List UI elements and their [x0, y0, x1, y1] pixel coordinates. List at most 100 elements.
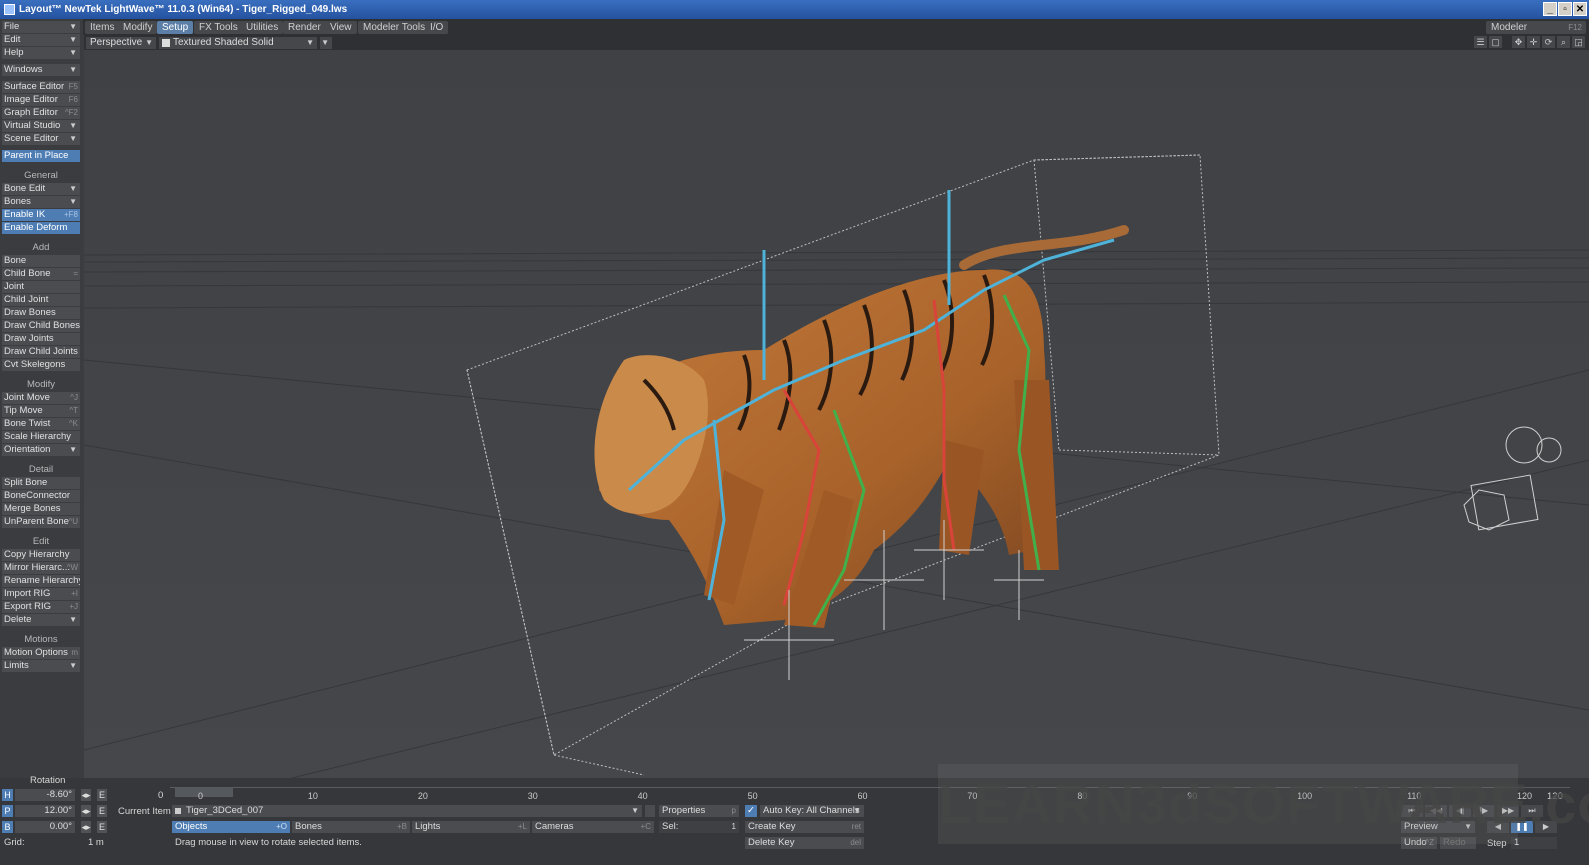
tool-bone[interactable]: Bone [2, 255, 80, 267]
h-envelope-button[interactable]: E [97, 789, 107, 801]
viewport-options-dropdown[interactable]: ▼ [320, 37, 332, 49]
3d-viewport[interactable] [84, 50, 1589, 780]
fit-icon[interactable]: ◲ [1572, 36, 1585, 48]
parent-in-place-toggle[interactable]: Parent in Place [2, 150, 80, 162]
tool-label: Split Bone [4, 477, 48, 488]
tab-fx-tools[interactable]: FX Tools [194, 21, 243, 34]
tool-mirror-hierarc[interactable]: Mirror Hierarc... ^W [2, 562, 80, 574]
cameras-button[interactable]: Cameras +C [532, 821, 654, 833]
tab-render[interactable]: Render [283, 21, 326, 34]
tool-merge-bones[interactable]: Merge Bones [2, 503, 80, 515]
view-mode-dropdown[interactable]: Perspective ▼ [86, 37, 156, 49]
tab-utilities[interactable]: Utilities [241, 21, 284, 34]
help-menu[interactable]: Help ▼ [2, 47, 80, 59]
tool-draw-child-joints[interactable]: Draw Child Joints [2, 346, 80, 358]
tool-tip-move[interactable]: Tip Move ^T [2, 405, 80, 417]
tool-boneconnector[interactable]: BoneConnector [2, 490, 80, 502]
enable-ik-toggle[interactable]: Enable IK +F8 [2, 209, 80, 221]
edit-menu[interactable]: Edit ▼ [2, 34, 80, 46]
graph-editor-button[interactable]: Graph Editor ^F2 [2, 107, 80, 119]
current-item-dropdown[interactable]: Tiger_3DCed_007 ▼ [172, 805, 642, 817]
motion-options-button[interactable]: Motion Options m [2, 647, 80, 659]
tool-label: Tip Move [4, 405, 43, 416]
shading-dropdown[interactable]: Textured Shaded Solid ▼ [159, 37, 317, 49]
bone-edit-menu[interactable]: Bone Edit ▼ [2, 183, 80, 195]
scene-editor-label: Scene Editor [4, 133, 59, 144]
tool-draw-joints[interactable]: Draw Joints [2, 333, 80, 345]
auto-key-dropdown[interactable]: Auto Key: All Channels ▼ [760, 805, 864, 817]
tool-scale-hierarchy[interactable]: Scale Hierarchy [2, 431, 80, 443]
tool-rename-hierarchy[interactable]: Rename Hierarchy [2, 575, 80, 587]
tool-draw-child-bones[interactable]: Draw Child Bones [2, 320, 80, 332]
b-value-field[interactable]: 0.00° [15, 821, 75, 833]
enable-deform-toggle[interactable]: Enable Deform [2, 222, 80, 234]
h-arrows-icon[interactable]: ◂▸ [81, 789, 91, 801]
image-editor-button[interactable]: Image Editor F6 [2, 94, 80, 106]
move-icon[interactable]: ✛ [1527, 36, 1540, 48]
delete-key-button[interactable]: Delete Key del [745, 837, 864, 849]
tool-unparent-bone[interactable]: UnParent Bone ^U [2, 516, 80, 528]
tab-io[interactable]: I/O [425, 21, 449, 34]
help-label: Help [4, 47, 24, 58]
tool-label: Bone [4, 255, 27, 266]
p-envelope-button[interactable]: E [97, 805, 107, 817]
tab-items[interactable]: Items [85, 21, 120, 34]
virtual-studio-menu[interactable]: Virtual Studio ▼ [2, 120, 80, 132]
p-arrows-icon[interactable]: ◂▸ [81, 805, 91, 817]
tab-setup[interactable]: Setup [157, 21, 194, 34]
minimize-button[interactable]: _ [1543, 2, 1557, 16]
chevron-down-icon: ▼ [69, 661, 77, 670]
create-key-button[interactable]: Create Key ret [745, 821, 864, 833]
shortcut: +L [517, 822, 527, 831]
objects-button[interactable]: Objects +O [172, 821, 290, 833]
tool-child-joint[interactable]: Child Joint [2, 294, 80, 306]
surface-editor-button[interactable]: Surface Editor F5 [2, 81, 80, 93]
tool-split-bone[interactable]: Split Bone [2, 477, 80, 489]
tool-joint-move[interactable]: Joint Move ^J [2, 392, 80, 404]
windows-menu[interactable]: Windows ▼ [2, 64, 80, 76]
move-view-icon[interactable]: ✥ [1512, 36, 1525, 48]
rotate-view-icon[interactable]: ⟳ [1542, 36, 1555, 48]
tool-draw-bones[interactable]: Draw Bones [2, 307, 80, 319]
tool-joint[interactable]: Joint [2, 281, 80, 293]
b-envelope-button[interactable]: E [97, 821, 107, 833]
restore-button[interactable]: ▫ [1558, 2, 1572, 16]
item-list-button[interactable] [645, 805, 655, 817]
file-menu[interactable]: File ▼ [2, 21, 80, 33]
auto-key-checkbox[interactable]: ✓ [745, 805, 757, 817]
tool-label: Draw Child Bones [4, 320, 80, 331]
lights-button[interactable]: Lights +L [412, 821, 530, 833]
timeline-tick-label: 10 [307, 791, 318, 801]
tool-export-rig[interactable]: Export RIG +J [2, 601, 80, 613]
tool-cvt-skelegons[interactable]: Cvt Skelegons [2, 359, 80, 371]
zoom-icon[interactable]: ⌕ [1557, 36, 1570, 48]
modeler-button[interactable]: Modeler F12 [1486, 21, 1586, 34]
image-editor-label: Image Editor [4, 94, 58, 105]
orientation-label: Orientation [4, 444, 51, 455]
tool-child-bone[interactable]: Child Bone = [2, 268, 80, 280]
tool-import-rig[interactable]: Import RIG +I [2, 588, 80, 600]
orientation-menu[interactable]: Orientation ▼ [2, 444, 80, 456]
tab-modify[interactable]: Modify [118, 21, 158, 34]
bones-button[interactable]: Bones +B [292, 821, 410, 833]
timeline-start-frame[interactable]: 0 [158, 790, 163, 801]
close-button[interactable]: ✕ [1573, 2, 1587, 16]
tool-label: Joint [4, 281, 25, 292]
properties-button[interactable]: Properties p [659, 805, 739, 817]
tool-copy-hierarchy[interactable]: Copy Hierarchy [2, 549, 80, 561]
scene-editor-menu[interactable]: Scene Editor ▼ [2, 133, 80, 145]
delete-menu[interactable]: Delete ▼ [2, 614, 80, 626]
sel-label: Sel: [662, 821, 679, 832]
list-icon[interactable]: ☰ [1474, 36, 1487, 48]
bones-menu[interactable]: Bones ▼ [2, 196, 80, 208]
p-value-field[interactable]: 12.00° [15, 805, 75, 817]
limits-menu[interactable]: Limits ▼ [2, 660, 80, 672]
h-value-field[interactable]: -8.60° [15, 789, 75, 801]
tab-view[interactable]: View [325, 21, 357, 34]
tool-bone-twist[interactable]: Bone Twist ^K [2, 418, 80, 430]
tab-modeler-tools[interactable]: Modeler Tools [358, 21, 431, 34]
chevron-down-icon: ▼ [321, 38, 329, 47]
maximize-icon[interactable]: ▢ [1489, 36, 1502, 48]
timeline-slider[interactable] [175, 787, 233, 797]
b-arrows-icon[interactable]: ◂▸ [81, 821, 91, 833]
